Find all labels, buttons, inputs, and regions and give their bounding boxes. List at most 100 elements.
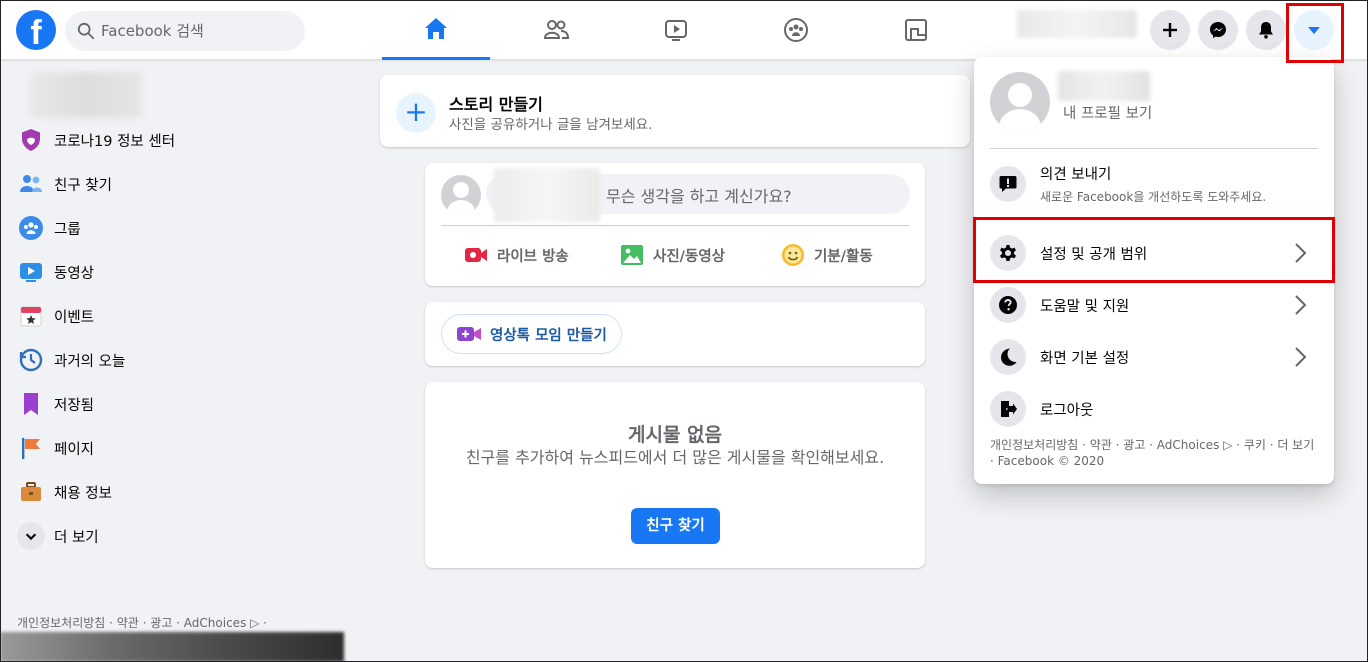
no-posts-subtitle: 친구를 추가하여 뉴스피드에서 더 많은 게시물을 확인해보세요. — [465, 448, 885, 467]
post-composer: 무슨 생각을 하고 계신가요? 라이브 방송 사진/동영상 기분/활동 — [425, 163, 925, 286]
search-box[interactable] — [65, 11, 305, 51]
story-subtitle: 사진을 공유하거나 글을 남겨보세요. — [449, 117, 653, 133]
composer-input[interactable]: 무슨 생각을 하고 계신가요? — [486, 168, 910, 222]
groups-icon — [19, 216, 43, 240]
menu-avatar[interactable] — [990, 72, 1050, 132]
sidebar-item-label: 그룹 — [54, 221, 81, 238]
groups-icon — [784, 18, 808, 42]
menu-item-label: 화면 기본 설정 — [1040, 350, 1130, 367]
chevron-right-icon — [1295, 243, 1307, 263]
moon-icon — [1001, 348, 1017, 366]
account-menu-button[interactable] — [1294, 10, 1334, 50]
rooms-card: 영상톡 모임 만들기 — [425, 302, 925, 366]
plus-icon — [1163, 23, 1177, 37]
composer-placeholder: 무슨 생각을 하고 계신가요? — [606, 187, 792, 206]
sidebar-item-covid-center[interactable]: 코로나19 정보 센터 — [16, 118, 336, 162]
avatar[interactable] — [441, 175, 481, 215]
feedback-exclamation-icon — [999, 176, 1017, 192]
caret-down-icon — [1308, 27, 1320, 34]
tab-gaming[interactable] — [862, 0, 970, 60]
tab-groups[interactable] — [742, 0, 850, 60]
no-posts-title: 게시물 없음 — [627, 424, 722, 446]
plus-icon: + — [396, 93, 436, 133]
profile-shortcut[interactable] — [1017, 10, 1137, 38]
sidebar-item-saved[interactable]: 저장됨 — [16, 382, 336, 426]
sidebar-item-jobs[interactable]: 채용 정보 — [16, 470, 336, 514]
divider — [990, 148, 1318, 149]
home-icon — [425, 17, 447, 39]
friends-icon — [20, 175, 42, 192]
tab-home[interactable] — [382, 0, 490, 60]
sidebar-profile-link[interactable] — [30, 72, 142, 118]
user-name-blurred — [494, 168, 600, 222]
menu-item-label: 도움말 및 지원 — [1040, 298, 1130, 315]
live-video-button[interactable]: 라이브 방송 — [463, 239, 569, 271]
menu-footer-links[interactable]: 개인정보처리방침 · 약관 · 광고 · AdChoices ▷ · 쿠키 · … — [990, 437, 1320, 469]
menu-item-settings-privacy[interactable]: 설정 및 공개 범위 — [982, 227, 1326, 279]
search-input[interactable] — [101, 11, 296, 51]
sidebar-item-label: 저장됨 — [54, 397, 95, 414]
sidebar-item-label: 더 보기 — [54, 529, 99, 546]
taskbar-strip — [0, 632, 344, 662]
find-friends-button[interactable]: 친구 찾기 — [631, 508, 720, 544]
covid-shield-icon — [22, 129, 40, 151]
menu-user-name-blurred[interactable] — [1058, 71, 1150, 101]
create-button[interactable] — [1150, 10, 1190, 50]
smiley-icon — [782, 244, 804, 266]
sidebar-item-label: 동영상 — [54, 265, 95, 282]
sidebar-item-events[interactable]: 이벤트 — [16, 294, 336, 338]
sidebar-item-groups[interactable]: 그룹 — [16, 206, 336, 250]
menu-item-logout[interactable]: 로그아웃 — [982, 383, 1326, 435]
sidebar-item-find-friends[interactable]: 친구 찾기 — [16, 162, 336, 206]
sidebar-see-more[interactable]: 더 보기 — [16, 514, 336, 558]
create-room-button[interactable]: 영상톡 모임 만들기 — [441, 314, 622, 354]
watch-icon — [665, 20, 687, 41]
sidebar-item-pages[interactable]: 페이지 — [16, 426, 336, 470]
saved-bookmark-icon — [24, 393, 38, 415]
chevron-right-icon — [1295, 347, 1307, 367]
story-title: 스토리 만들기 — [449, 95, 543, 114]
no-posts-card: 게시물 없음 친구를 추가하여 뉴스피드에서 더 많은 게시물을 확인해보세요.… — [425, 382, 925, 568]
bell-icon — [1259, 22, 1273, 39]
sidebar-item-video[interactable]: 동영상 — [16, 250, 336, 294]
notifications-button[interactable] — [1246, 10, 1286, 50]
sidebar-item-label: 과거의 오늘 — [54, 353, 126, 370]
tab-friends[interactable] — [502, 0, 610, 60]
feeling-activity-label: 기분/활동 — [814, 248, 873, 265]
messenger-button[interactable] — [1198, 10, 1238, 50]
menu-item-label: 설정 및 공개 범위 — [1040, 246, 1148, 263]
top-navigation-bar: f — [0, 0, 1368, 60]
help-question-icon — [999, 296, 1017, 314]
video-chat-plus-icon — [457, 327, 481, 341]
photo-video-label: 사진/동영상 — [653, 248, 725, 265]
menu-item-label: 로그아웃 — [1040, 402, 1094, 419]
create-story-card[interactable]: + 스토리 만들기 사진을 공유하거나 글을 남겨보세요. — [380, 75, 970, 147]
sidebar-item-label: 채용 정보 — [54, 485, 112, 502]
live-video-label: 라이브 방송 — [497, 248, 569, 265]
sidebar-item-label: 이벤트 — [54, 309, 95, 326]
sidebar-footer-links[interactable]: 개인정보처리방침 · 약관 · 광고 · AdChoices ▷ · — [17, 615, 307, 631]
gaming-icon — [905, 19, 927, 41]
jobs-briefcase-icon — [21, 482, 41, 501]
chevron-down-icon — [25, 533, 37, 541]
gear-icon — [1000, 245, 1016, 261]
facebook-logo[interactable]: f — [16, 10, 56, 50]
sidebar-item-label: 페이지 — [54, 441, 95, 458]
left-sidebar: 코로나19 정보 센터 친구 찾기 그룹 동영상 이벤트 과거의 오늘 저장됨 … — [0, 60, 360, 662]
sidebar-item-memories[interactable]: 과거의 오늘 — [16, 338, 336, 382]
event-calendar-icon — [20, 306, 42, 327]
logout-door-icon — [1001, 401, 1017, 417]
menu-item-label: 의견 보내기 — [1040, 167, 1112, 183]
create-room-label: 영상톡 모임 만들기 — [490, 327, 607, 344]
feeling-activity-button[interactable]: 기분/활동 — [780, 239, 873, 271]
pages-flag-icon — [22, 438, 40, 459]
sidebar-item-label: 코로나19 정보 센터 — [54, 133, 176, 150]
menu-item-feedback[interactable]: 의견 보내기 새로운 Facebook을 개선하도록 도와주세요. — [982, 156, 1326, 212]
tab-watch[interactable] — [622, 0, 730, 60]
menu-item-help-support[interactable]: 도움말 및 지원 — [982, 279, 1326, 331]
photo-video-button[interactable]: 사진/동영상 — [619, 239, 725, 271]
view-profile-link[interactable]: 내 프로필 보기 — [1063, 102, 1152, 123]
search-icon — [77, 22, 95, 40]
live-video-icon — [465, 248, 487, 262]
menu-item-display-preferences[interactable]: 화면 기본 설정 — [982, 331, 1326, 383]
